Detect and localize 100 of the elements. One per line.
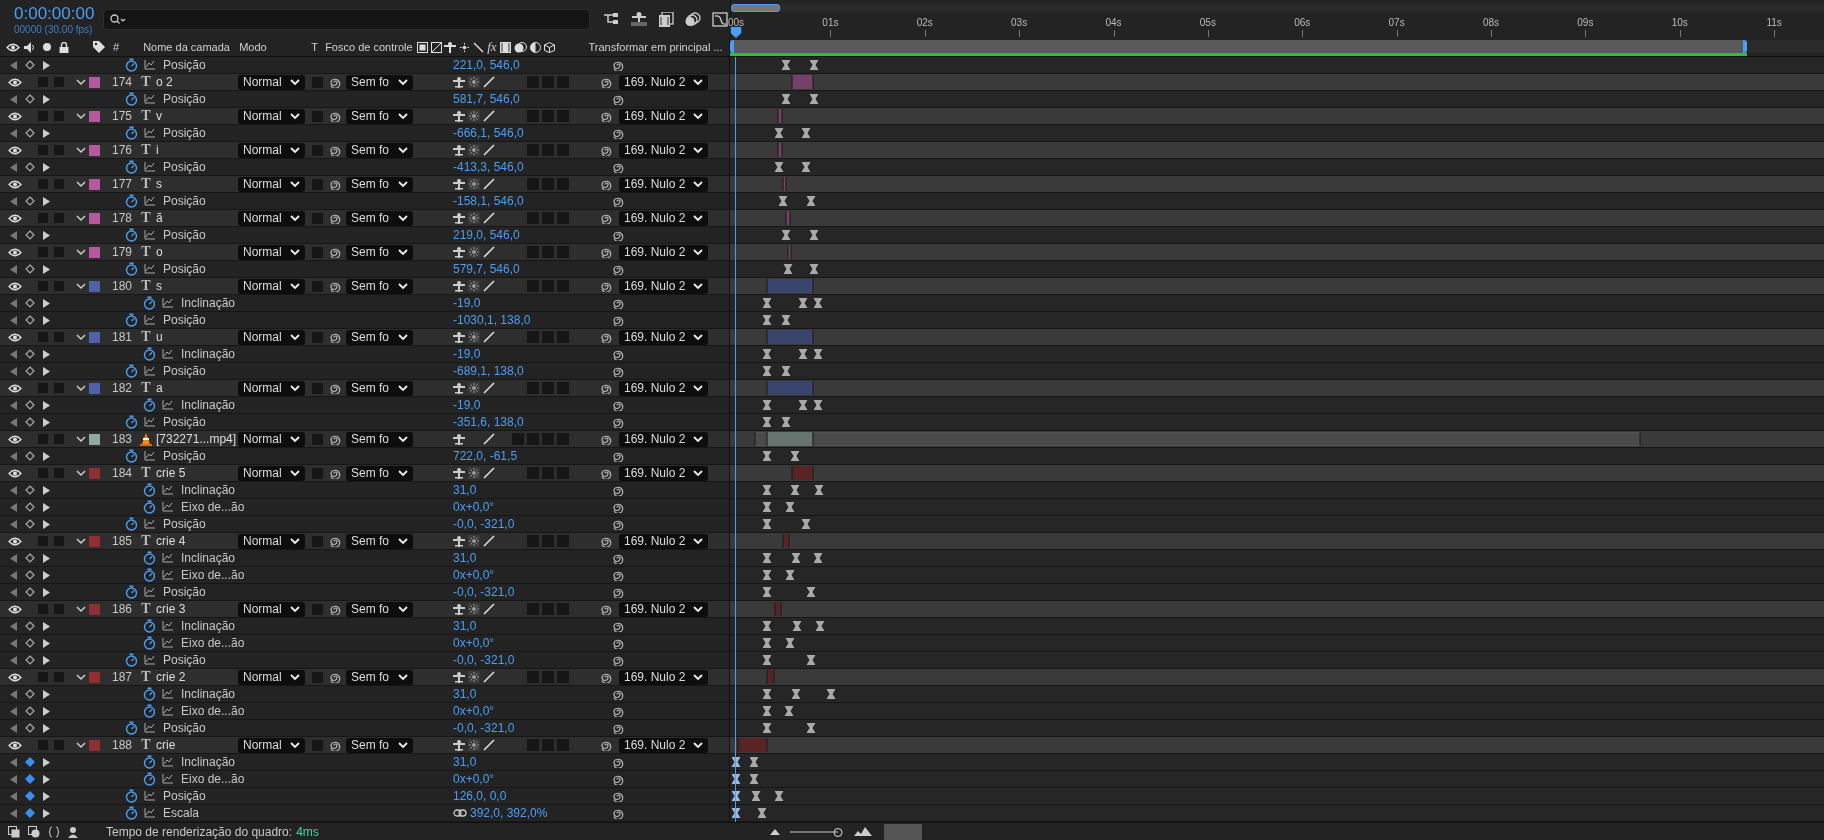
spiral-icon[interactable] [601,739,612,751]
mode-dropdown[interactable]: Normal [238,431,305,447]
eye-icon[interactable] [8,281,22,291]
label-swatch[interactable] [89,144,100,156]
layer-name[interactable]: crie [156,738,236,752]
property-value[interactable]: 31,0 [453,483,477,497]
keyframe-icon[interactable] [762,706,772,716]
diamond-icon[interactable] [25,621,35,631]
circles-icon[interactable] [685,11,701,27]
slash-icon[interactable] [483,331,495,343]
in-point-handle[interactable] [765,279,768,293]
keyframe-icon[interactable] [781,366,791,376]
matte-dropdown[interactable]: Sem fo [346,380,413,396]
graph-icon[interactable] [162,689,173,699]
keyframe-icon[interactable] [798,400,808,410]
spiral-icon[interactable] [613,161,624,173]
slash-icon[interactable] [483,671,495,683]
matte-dropdown[interactable]: Sem fo [346,533,413,549]
diamond-icon[interactable] [25,366,35,376]
eye-icon[interactable] [8,247,22,257]
property-value[interactable]: 221,0, 546,0 [453,58,520,72]
matte-dropdown[interactable]: Sem fo [346,329,413,345]
switch-box[interactable] [54,434,64,444]
out-point-handle[interactable] [790,245,793,259]
switch-box[interactable] [54,332,64,342]
switch-box[interactable] [38,672,48,682]
keyframe-icon[interactable] [762,723,772,733]
mode-dropdown[interactable]: Normal [238,74,305,90]
parent-dropdown[interactable]: 169. Nulo 2 [619,329,708,345]
spiral-icon[interactable] [601,178,612,190]
switch-box[interactable] [542,144,554,156]
switch-box[interactable] [557,76,569,88]
matte-dropdown[interactable]: Sem fo [346,142,413,158]
column-header[interactable]: Fosco de controle [325,41,418,53]
spiral-icon[interactable] [613,93,624,105]
small-mountain-icon[interactable] [770,828,780,835]
keyframe-icon[interactable] [801,162,811,172]
switch-box[interactable] [312,671,323,683]
switch-box[interactable] [54,604,64,614]
switch-box[interactable] [38,281,48,291]
spiral-icon[interactable] [330,671,341,683]
switch-box[interactable] [312,467,323,479]
keyframe-icon[interactable] [806,655,816,665]
switch-box[interactable] [38,179,48,189]
graph-editor-icon[interactable] [712,11,728,27]
in-point-handle[interactable] [791,75,794,89]
spiral-icon[interactable] [330,535,341,547]
switch-box[interactable] [312,212,323,224]
keyframe-icon[interactable] [762,689,772,699]
diamond-icon[interactable] [25,60,35,70]
matte-dropdown[interactable]: Sem fo [346,669,413,685]
keyframe-icon[interactable] [813,400,823,410]
stopwatch-icon[interactable] [143,483,156,497]
keyframe-icon[interactable] [762,519,772,529]
slash-icon[interactable] [483,433,495,445]
switch-box[interactable] [38,383,48,393]
label-swatch[interactable] [89,382,100,394]
spiral-icon[interactable] [601,280,612,292]
switch-box[interactable] [542,110,554,122]
eye-icon[interactable] [8,672,22,682]
parent-dropdown[interactable]: 169. Nulo 2 [619,74,708,90]
chevron-icon[interactable] [76,179,86,189]
graph-icon[interactable] [144,417,155,427]
spiral-icon[interactable] [613,127,624,139]
stopwatch-icon[interactable] [125,806,138,820]
keyframe-icon[interactable] [813,298,823,308]
right-arrow-icon[interactable] [43,162,50,172]
keyframe-icon[interactable] [801,519,811,529]
switch-box[interactable] [542,603,554,615]
figure-icon[interactable] [453,671,465,683]
switch-box[interactable] [54,740,64,750]
chevron-icon[interactable] [76,434,86,444]
out-point-handle[interactable] [812,279,815,293]
spiral-icon[interactable] [601,382,612,394]
layer-name[interactable]: crie 2 [156,670,236,684]
switch-box[interactable] [527,144,539,156]
keyframe-icon[interactable] [785,502,795,512]
keyframe-icon[interactable] [813,349,823,359]
eye-icon[interactable] [8,468,22,478]
stopwatch-icon[interactable] [143,347,156,361]
property-value[interactable]: -19,0 [453,398,481,412]
figure-icon[interactable] [453,212,465,224]
switch-box[interactable] [527,246,539,258]
layers-icon[interactable] [8,825,20,838]
graph-icon[interactable] [144,366,155,376]
diamond-icon[interactable] [25,502,35,512]
chevron-icon[interactable] [76,536,86,546]
matte-dropdown[interactable]: Sem fo [346,176,413,192]
keyframe-icon[interactable] [762,315,772,325]
stopwatch-icon[interactable] [143,500,156,514]
switch-box[interactable] [54,145,64,155]
diamond-icon[interactable] [25,638,35,648]
keyframe-icon[interactable] [762,553,772,563]
navigator-handle[interactable] [731,4,781,12]
mode-dropdown[interactable]: Normal [238,329,305,345]
keyframe-icon[interactable] [798,349,808,359]
spiral-icon[interactable] [601,76,612,88]
diamond-icon[interactable] [25,587,35,597]
slash-icon[interactable] [483,212,495,224]
switch-box[interactable] [54,672,64,682]
